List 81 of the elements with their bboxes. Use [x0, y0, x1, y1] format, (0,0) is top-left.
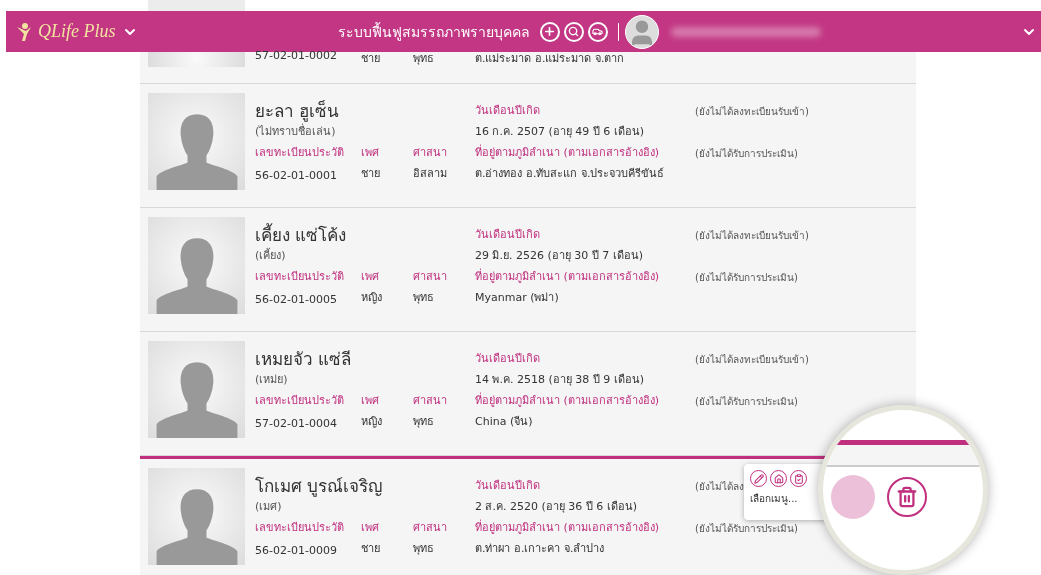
nickname: (เมศ): [255, 499, 283, 515]
person-name: เหมยจัว แซ่ลี: [255, 348, 353, 371]
religion-label: ศาสนา: [413, 269, 448, 285]
pencil-icon: [753, 473, 764, 484]
edit-button[interactable]: [750, 470, 767, 487]
religion-value: พุทธ: [413, 414, 435, 430]
religion-label: ศาสนา: [413, 145, 448, 161]
address-label: ที่อยู่ตามภูมิลำเนา (ตามเอกสารอ้างอิง): [475, 143, 661, 161]
delete-button[interactable]: [887, 477, 927, 517]
dob-label: วันเดือนปีเกิด: [475, 478, 541, 494]
gender-label: เพศ: [361, 145, 380, 161]
record-id: 56-02-01-0005: [255, 293, 338, 306]
address-value: ต.แม่ระมาด อ.แม่ระมาด จ.ตาก: [475, 51, 626, 67]
gender-value: ชาย: [361, 166, 381, 182]
address-value: ต.ท่าผา อ.เกาะคา จ.ลำปาง: [475, 541, 606, 557]
assessment-status: (ยังไม่ได้รับการประเมิน): [695, 271, 799, 285]
record-id-label: เลขทะเบียนประวัติ: [255, 520, 345, 536]
clipboard-button[interactable]: [790, 470, 807, 487]
gender-value: ชาย: [361, 541, 381, 557]
religion-label: ศาสนา: [413, 520, 448, 536]
religion-value: พุทธ: [413, 290, 435, 306]
dob-value: 14 พ.ค. 2518 (อายุ 38 ปี 9 เดือน): [475, 372, 646, 388]
record-id: 56-02-01-0009: [255, 544, 338, 557]
registration-status: (ยังไม่ได้ลงทะเบียนรับเข้า): [695, 105, 810, 119]
record-id-label: เลขทะเบียนประวัติ: [255, 393, 345, 409]
address-label: ที่อยู่ตามภูมิลำเนา (ตามเอกสารอ้างอิง): [475, 267, 661, 285]
search-icon: [568, 26, 580, 37]
nickname: (ไม่ทราบชื่อเล่น): [255, 122, 337, 140]
add-button[interactable]: [539, 21, 560, 42]
dob-label: วันเดือนปีเกิด: [475, 227, 541, 243]
religion-value: อิสลาม: [413, 166, 448, 182]
person-card[interactable]: 57-02-01-0002 ชาย พุทธ ต.แม่ระมาด อ.แม่ระมาด จ.ตาก: [140, 52, 916, 84]
address-value: Myanmar (พม่า): [475, 290, 560, 306]
person-name: เคี้ยง แซ่โค้ง: [255, 222, 348, 247]
dob-label: วันเดือนปีเกิด: [475, 103, 541, 119]
address-value: China (จีน): [475, 414, 534, 430]
assessment-status: (ยังไม่ได้รับการประเมิน): [695, 522, 799, 536]
assessment-status: (ยังไม่ได้รับการประเมิน): [695, 395, 799, 409]
person-name: ยะลา ฮูเซ็น: [255, 99, 341, 123]
dob-value: 16 ก.ค. 2507 (อายุ 49 ปี 6 เดือน): [475, 124, 646, 140]
nickname: (เคี้ยง): [255, 247, 287, 264]
record-id: 57-02-01-0004: [255, 417, 338, 430]
page-title: ระบบฟื้นฟูสมรรถภาพรายบุคคล: [337, 21, 530, 43]
trash-icon: [896, 486, 918, 508]
user-avatar[interactable]: [624, 14, 659, 49]
menu-hint: เลือกเมนู...: [750, 492, 799, 506]
home-button[interactable]: [770, 470, 787, 487]
gender-value: หญิง: [361, 414, 383, 430]
registration-status: (ยังไม่ได้ลง: [695, 480, 745, 494]
figure-icon: [16, 21, 32, 42]
car-icon: [592, 26, 604, 37]
gender-label: เพศ: [361, 393, 380, 409]
record-id-label: เลขทะเบียนประวัติ: [255, 269, 345, 285]
dob-label: วันเดือนปีเกิด: [475, 351, 541, 367]
search-button[interactable]: [563, 21, 584, 42]
gender-label: เพศ: [361, 520, 380, 536]
address-label: ที่อยู่ตามภูมิลำเนา (ตามเอกสารอ้างอิง): [475, 391, 661, 409]
car-button[interactable]: [587, 21, 608, 42]
person-name: โกเมศ บูรณ์เจริญ: [255, 475, 384, 499]
address-value: ต.อ่างทอง อ.ทับสะแก จ.ประจวบคีรีขันธ์: [475, 166, 666, 182]
app-logo[interactable]: QLife Plus: [38, 21, 116, 42]
dob-value: 29 มิ.ย. 2526 (อายุ 30 ปี 7 เดือน): [475, 248, 645, 264]
plus-icon: [543, 25, 557, 38]
religion-value: พุทธ: [413, 541, 435, 557]
assessment-status: (ยังไม่ได้รับการประเมิน): [695, 147, 799, 161]
registration-status: (ยังไม่ได้ลงทะเบียนรับเข้า): [695, 353, 810, 367]
clipboard-check-icon: [793, 473, 804, 484]
registration-status: (ยังไม่ได้ลงทะเบียนรับเข้า): [695, 229, 810, 243]
religion-label: ศาสนา: [413, 393, 448, 409]
religion-value: พุทธ: [413, 51, 435, 67]
record-id: 57-02-01-0002: [255, 49, 338, 64]
gender-label: เพศ: [361, 269, 380, 285]
address-label: ที่อยู่ตามภูมิลำเนา (ตามเอกสารอ้างอิง): [475, 518, 661, 536]
record-id: 56-02-01-0001: [255, 169, 338, 182]
gender-value: หญิง: [361, 290, 383, 306]
gender-value: ชาย: [361, 51, 381, 67]
house-icon: [773, 473, 784, 484]
touch-highlight: [831, 475, 875, 519]
record-id-label: เลขทะเบียนประวัติ: [255, 145, 345, 161]
dob-value: 2 ส.ค. 2520 (อายุ 36 ปี 6 เดือน): [475, 499, 639, 515]
nickname: (เหม่ย): [255, 372, 289, 388]
